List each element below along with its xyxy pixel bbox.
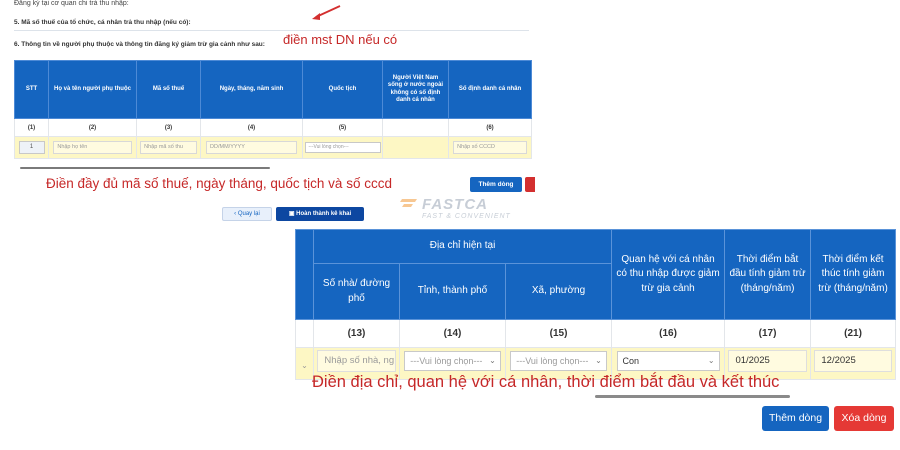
question-5-input-line[interactable] xyxy=(14,30,529,31)
cut-off-label: Đăng ký tại cơ quan chi trả thu nhập: xyxy=(14,0,129,7)
chevron-down-icon: ⌄ xyxy=(595,356,602,365)
id-number-input[interactable]: Nhập số CCCD xyxy=(453,141,527,154)
dependents-table: STT Họ và tên người phụ thuộc Mã số thuế… xyxy=(14,60,532,159)
header-relation: Quan hệ với cá nhân có thu nhập được giả… xyxy=(611,229,726,320)
delete-row-button-top-cropped[interactable] xyxy=(525,177,535,192)
back-button-label: Quay lại xyxy=(237,211,260,217)
watermark-tagline: FAST & CONVENIENT xyxy=(422,213,511,220)
col-num-13: (13) xyxy=(313,319,400,348)
province-select[interactable]: ---Vui lòng chọn--- ⌄ xyxy=(404,351,501,371)
back-button[interactable]: ‹ Quay lại xyxy=(222,207,272,221)
header-start-time: Thời điểm bắt đầu tính giảm trừ (tháng/n… xyxy=(724,229,812,320)
annotation-mst: điền mst DN nếu có xyxy=(283,32,398,47)
header-cropped-column xyxy=(295,229,314,320)
header-stt: STT xyxy=(14,60,49,119)
chevron-down-icon: ⌄ xyxy=(707,356,715,365)
col-num-3: (3) xyxy=(136,118,201,137)
end-time-input[interactable]: 12/2025 xyxy=(814,350,892,372)
relation-select[interactable]: Con ⌄ xyxy=(616,351,720,371)
chevron-down-icon: ⌄ xyxy=(489,356,496,365)
scrollbar-thumb[interactable] xyxy=(595,395,790,398)
save-icon: ▣ xyxy=(288,211,295,217)
add-row-button-top[interactable]: Thêm dòng xyxy=(470,177,522,192)
form-screenshot-bottom: Địa chỉ hiện tại Quan hệ với cá nhân có … xyxy=(295,229,900,450)
add-row-button[interactable]: Thêm dòng xyxy=(762,406,829,431)
nationality-select[interactable]: ---Vui lòng chọn--- xyxy=(304,142,381,153)
name-input[interactable]: Nhập họ tên xyxy=(53,141,132,154)
column-number-row: (13) (14) (15) (16) (17) (21) xyxy=(295,319,897,348)
header-ward: Xã, phường xyxy=(504,263,613,320)
chevron-left-icon: ‹ xyxy=(234,211,237,217)
dob-input[interactable]: DD/MM/YYYY xyxy=(206,141,297,154)
form-screenshot-top: Đăng ký tại cơ quan chi trả thu nhập: 5.… xyxy=(0,0,535,228)
ward-select[interactable]: ---Vui lòng chọn--- ⌄ xyxy=(510,351,607,371)
horizontal-scrollbar-top[interactable] xyxy=(16,166,526,170)
question-5-label: 5. Mã số thuế của tổ chức, cá nhân trả t… xyxy=(14,19,191,26)
col-num-5: (5) xyxy=(302,118,383,137)
table-header-row: STT Họ và tên người phụ thuộc Mã số thuế… xyxy=(14,60,532,119)
chevron-down-icon[interactable]: ⌄ xyxy=(301,361,308,370)
watermark-name: FASTCA xyxy=(422,196,488,213)
column-number-row: (1) (2) (3) (4) (5) (6) xyxy=(14,118,532,137)
col-num-14: (14) xyxy=(399,319,506,348)
stt-field[interactable]: 1 xyxy=(18,141,45,154)
annotation-address-relation: Điền địa chỉ, quan hệ với cá nhân, thời … xyxy=(312,373,780,391)
address-table: Địa chỉ hiện tại Quan hệ với cá nhân có … xyxy=(295,229,897,380)
col-num-6: (6) xyxy=(448,118,532,137)
table-header-row: Địa chỉ hiện tại Quan hệ với cá nhân có … xyxy=(295,229,897,320)
horizontal-scrollbar-bottom[interactable] xyxy=(595,394,885,399)
relation-select-value: Con xyxy=(622,356,640,366)
overseas-cell[interactable] xyxy=(382,136,449,159)
finish-declaration-button[interactable]: ▣ Hoàn thành kê khai xyxy=(276,207,364,221)
finish-button-label: Hoàn thành kê khai xyxy=(296,211,352,217)
col-num-16: (16) xyxy=(611,319,726,348)
header-nationality: Quốc tịch xyxy=(302,60,383,119)
scrollbar-thumb[interactable] xyxy=(20,167,270,169)
col-num-15: (15) xyxy=(504,319,613,348)
col-num-blank xyxy=(382,118,449,137)
house-street-input[interactable]: Nhập số nhà, ng xyxy=(317,350,396,372)
red-arrow-icon xyxy=(312,5,341,20)
header-province: Tỉnh, thành phố xyxy=(399,263,506,320)
annotation-fill-info: Điền đầy đủ mã số thuế, ngày tháng, quốc… xyxy=(46,176,392,191)
header-dob: Ngày, tháng, năm sinh xyxy=(200,60,303,119)
col-num-1: (1) xyxy=(14,118,49,137)
province-select-label: ---Vui lòng chọn--- xyxy=(410,356,483,366)
header-overseas: Người Việt Nam sống ở nước ngoài không c… xyxy=(382,60,449,119)
col-num-2: (2) xyxy=(48,118,137,137)
tax-code-input[interactable]: Nhập mã số thu xyxy=(140,141,197,154)
header-tax-code: Mã số thuế xyxy=(136,60,201,119)
col-num-17: (17) xyxy=(724,319,812,348)
col-num-21: (21) xyxy=(810,319,897,348)
delete-row-button[interactable]: Xóa dòng xyxy=(834,406,894,431)
brand-mark-icon xyxy=(400,199,417,207)
header-current-address: Địa chỉ hiện tại xyxy=(312,229,613,264)
header-name: Họ và tên người phụ thuộc xyxy=(48,60,137,119)
header-id-number: Số định danh cá nhân xyxy=(448,60,532,119)
brand-watermark: FASTCA FAST & CONVENIENT xyxy=(400,196,530,226)
table-row: 1 Nhập họ tên Nhập mã số thu DD/MM/YYYY … xyxy=(14,136,532,159)
start-time-input[interactable]: 01/2025 xyxy=(728,350,807,372)
question-6-label: 6. Thông tin về người phụ thuộc và thông… xyxy=(14,41,265,48)
header-end-time: Thời điểm kết thúc tính giảm trừ (tháng/… xyxy=(810,229,897,320)
ward-select-label: ---Vui lòng chọn--- xyxy=(516,356,589,366)
col-num-4: (4) xyxy=(200,118,303,137)
header-house-street: Số nhà/ đường phố xyxy=(313,263,400,320)
